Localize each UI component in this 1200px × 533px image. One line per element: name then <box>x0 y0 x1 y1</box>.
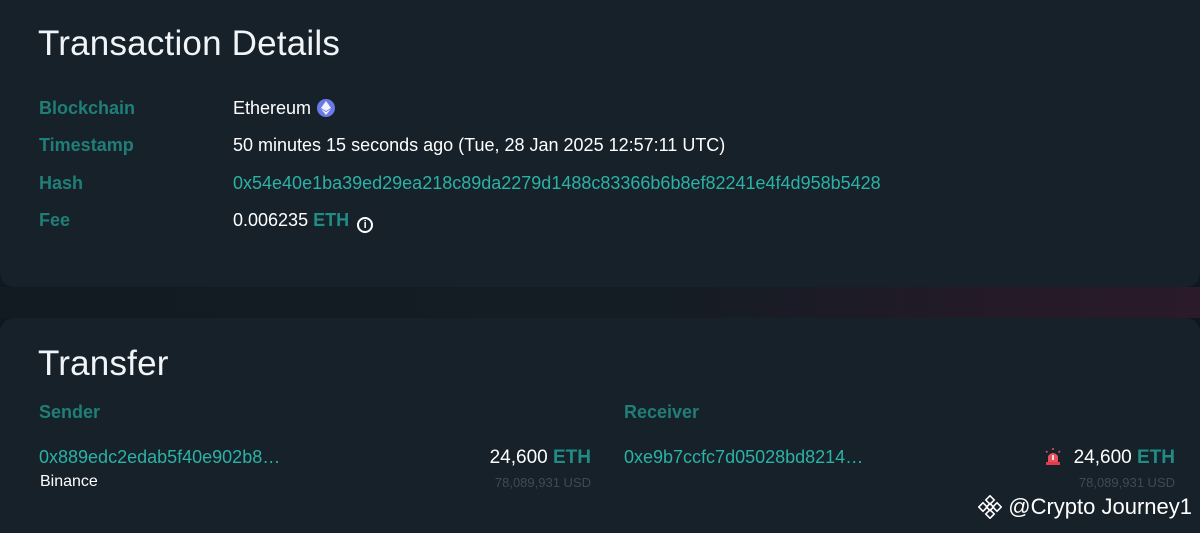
receiver-amount: 24,600 ETH <box>1074 447 1175 469</box>
timestamp-value: 50 minutes 15 seconds ago (Tue, 28 Jan 2… <box>233 135 726 155</box>
sender-address-link[interactable]: 0x889edc2edab5f40e902b8… <box>39 447 280 468</box>
alarm-icon <box>1045 448 1061 465</box>
sender-amount-value: 24,600 <box>489 447 548 468</box>
watermark-text: @Crypto Journey1 <box>1008 494 1192 519</box>
binance-logo-icon <box>978 495 1003 519</box>
fee-label: Fee <box>39 210 71 230</box>
transfer-title: Transfer <box>38 344 169 383</box>
ethereum-icon <box>317 99 336 117</box>
sender-currency: ETH <box>553 447 591 468</box>
receiver-usd-value: 78,089,931 USD <box>1078 475 1175 490</box>
sender-usd-value: 78,089,931 USD <box>494 475 591 490</box>
sender-label: Sender <box>39 402 101 422</box>
timestamp-label: Timestamp <box>39 135 134 155</box>
hash-label: Hash <box>39 173 84 193</box>
watermark: @Crypto Journey1 <box>978 494 1192 520</box>
receiver-currency: ETH <box>1137 447 1175 468</box>
page-title: Transaction Details <box>38 24 341 63</box>
blockchain-value: Ethereum <box>233 98 336 119</box>
fee-value: 0.006235 ETH i <box>233 210 374 233</box>
receiver-amount-value: 24,600 <box>1073 447 1132 468</box>
receiver-label: Receiver <box>624 402 700 422</box>
receiver-address-link[interactable]: 0xe9b7ccfc7d05028bd8214… <box>624 447 863 468</box>
sender-amount: 24,600 ETH <box>490 447 591 469</box>
fee-currency: ETH <box>313 210 350 230</box>
sender-entity-label[interactable]: Binance <box>40 473 98 491</box>
info-icon[interactable]: i <box>357 217 374 233</box>
transaction-hash-link[interactable]: 0x54e40e1ba39ed29ea218c89da2279d1488c833… <box>233 173 881 194</box>
blockchain-label: Blockchain <box>39 98 136 118</box>
blockchain-name: Ethereum <box>233 98 312 118</box>
section-divider <box>0 287 1200 318</box>
fee-amount: 0.006235 <box>233 210 309 230</box>
